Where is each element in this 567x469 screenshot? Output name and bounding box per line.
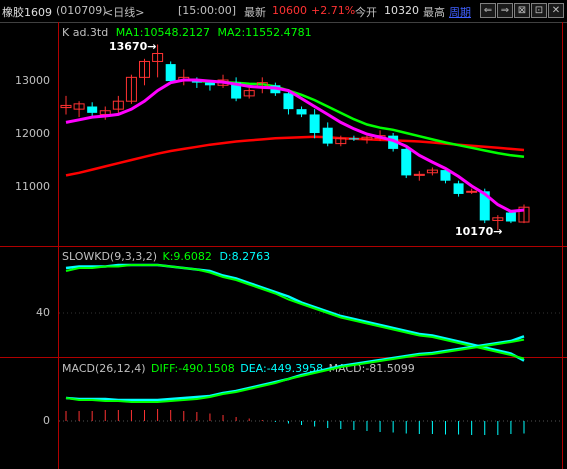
candle-body-up (466, 190, 478, 193)
candle-body-down (309, 114, 320, 133)
chart-canvas[interactable] (0, 0, 567, 469)
kd-k-line (65, 264, 525, 360)
candle-body-down (87, 106, 98, 113)
candle-body-down (296, 109, 307, 115)
candle-body-down (165, 64, 176, 82)
candle-body-down (204, 82, 215, 86)
candle-body-down (505, 212, 516, 222)
candle-body-down (283, 93, 294, 110)
candle-body-down (348, 138, 359, 140)
candle-body-down (453, 183, 464, 194)
candle-body-down (401, 148, 412, 176)
ma-red-line (65, 135, 525, 177)
macd-dea-line (65, 335, 525, 402)
candle-body-down (322, 127, 333, 144)
